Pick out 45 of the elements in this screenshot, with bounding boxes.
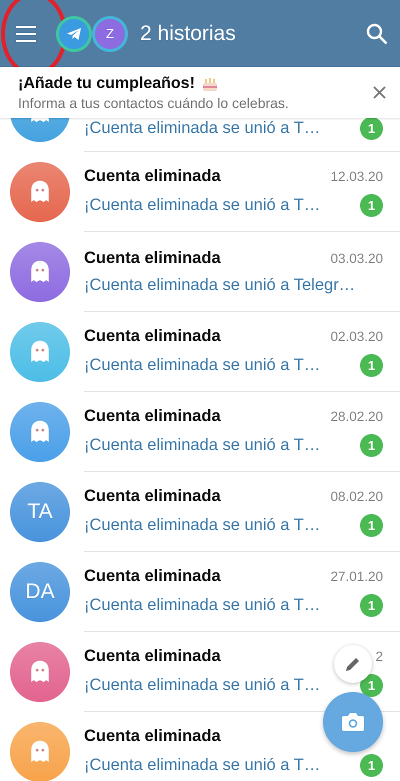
- unread-badge: 1: [360, 754, 383, 776]
- header-title: 2 historias: [140, 22, 237, 46]
- chat-date: 12.03.20: [330, 168, 383, 184]
- camera-icon: [341, 712, 365, 732]
- chat-date: 28.02.20: [330, 408, 383, 424]
- message-preview: ¡Cuenta eliminada se unió a T…: [84, 196, 320, 214]
- unread-badge: 1: [360, 594, 383, 616]
- close-icon[interactable]: [373, 86, 386, 99]
- unread-badge: 1: [360, 354, 383, 376]
- banner-title: ¡Añade tu cumpleaños!: [18, 74, 195, 92]
- chat-name: Cuenta eliminada: [84, 726, 221, 746]
- message-preview: ¡Cuenta eliminada se unió a T…: [84, 118, 320, 138]
- chat-name: Cuenta eliminada: [84, 166, 221, 186]
- chat-date: 08.02.20: [330, 488, 383, 504]
- unread-badge: 1: [360, 514, 383, 536]
- chat-date: 03.03.20: [330, 250, 383, 266]
- chat-name: Cuenta eliminada: [84, 326, 221, 346]
- message-preview: ¡Cuenta eliminada se unió a T…: [84, 516, 320, 534]
- menu-icon[interactable]: [16, 26, 36, 42]
- story-avatar[interactable]: Z: [92, 16, 128, 52]
- message-preview: ¡Cuenta eliminada se unió a T…: [84, 436, 320, 454]
- chat-date: 27.01.20: [330, 568, 383, 584]
- unread-badge: 1: [360, 118, 383, 140]
- unread-badge: 1: [360, 434, 383, 456]
- chat-name: Cuenta eliminada: [84, 248, 221, 268]
- message-preview: ¡Cuenta eliminada se unió a T…: [84, 676, 320, 694]
- message-preview: ¡Cuenta eliminada se unió a T…: [84, 756, 320, 774]
- avatar: DA: [10, 562, 70, 622]
- story-avatar[interactable]: [56, 16, 92, 52]
- chat-date: 02.03.20: [330, 328, 383, 344]
- chat-date: 2: [375, 648, 383, 664]
- unread-badge: 1: [360, 194, 383, 216]
- chat-name: Cuenta eliminada: [84, 566, 221, 586]
- edit-button[interactable]: [334, 645, 372, 683]
- pencil-icon: [344, 655, 362, 673]
- search-icon[interactable]: [366, 22, 388, 44]
- chat-name: Cuenta eliminada: [84, 406, 221, 426]
- banner-subtitle: Informa a tus contactos cuándo lo celebras.: [18, 94, 290, 110]
- avatar: TA: [10, 482, 70, 542]
- chat-name: Cuenta eliminada: [84, 646, 221, 666]
- message-preview: ¡Cuenta eliminada se unió a Telegr…: [84, 276, 356, 294]
- chat-name: Cuenta eliminada: [84, 486, 221, 506]
- camera-button[interactable]: [323, 692, 383, 752]
- message-preview: ¡Cuenta eliminada se unió a T…: [84, 596, 320, 614]
- message-preview: ¡Cuenta eliminada se unió a T…: [84, 356, 320, 374]
